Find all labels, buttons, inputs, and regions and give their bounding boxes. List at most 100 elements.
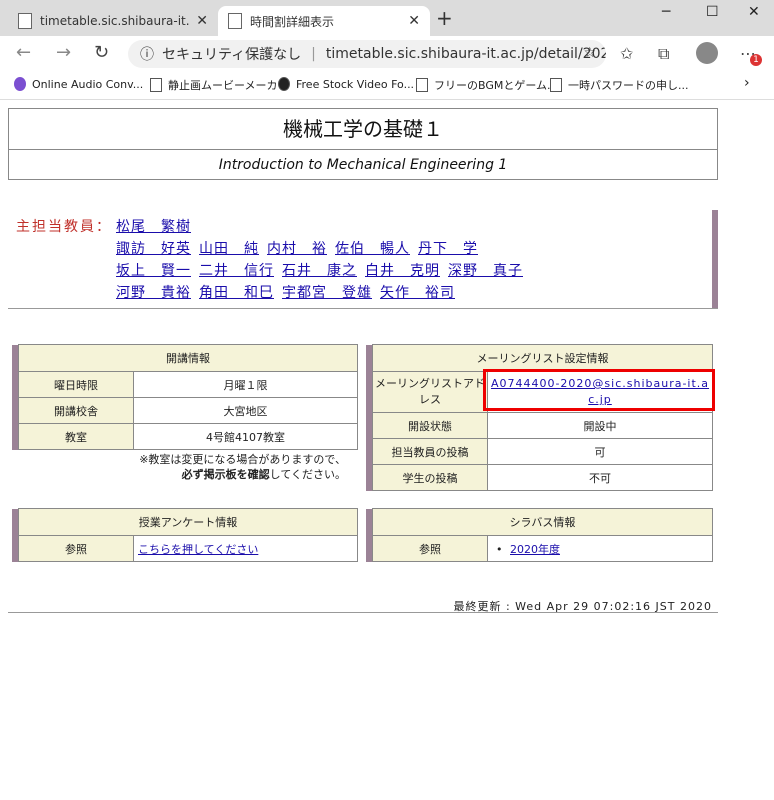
favorites-icon[interactable]: ✩ bbox=[620, 44, 633, 63]
syllabus-link[interactable]: 2020年度 bbox=[510, 543, 560, 556]
forward-icon[interactable]: → bbox=[56, 42, 71, 63]
instructors-section: 主担当教員： 松尾 繁樹 諏訪 好英 山田 純内村 裕佐伯 暢人 丹下 学 坂上 賢… bbox=[8, 210, 718, 309]
instructor-line: 坂上 賢一 二井 信行 石井 康之 白井 克明 深野 真子 bbox=[116, 260, 531, 280]
classroom-note: ※教室は変更になる場合がありますので、 必ず掲示板を確認してください。 bbox=[130, 452, 346, 482]
page-icon bbox=[228, 13, 242, 29]
survey-table: 授業アンケート情報 参照 こちらを押してください bbox=[12, 508, 358, 562]
note-line: 必ず掲示板を確認してください。 bbox=[130, 467, 346, 482]
row-value: 月曜１限 bbox=[133, 371, 358, 398]
instructors-label: 主担当教員： bbox=[16, 219, 112, 235]
course-title-en: Introduction to Mechanical Engineering 1 bbox=[218, 157, 508, 173]
window-close-icon[interactable]: ✕ bbox=[748, 4, 760, 20]
row-value: 大宮地区 bbox=[133, 397, 358, 424]
instructor-link[interactable]: 丹下 学 bbox=[418, 241, 478, 257]
mailing-list-table: メーリングリスト設定情報 メーリングリストアドレス A0744400-2020@… bbox=[366, 344, 713, 491]
instructor-link[interactable]: 石井 康之 bbox=[282, 263, 357, 279]
page-icon bbox=[416, 78, 428, 92]
collections-icon[interactable]: ⧉ bbox=[658, 44, 669, 64]
star-icon[interactable]: ☆ bbox=[583, 45, 596, 61]
row-label: 教室 bbox=[18, 423, 134, 450]
syllabus-link-cell: • 2020年度 bbox=[487, 535, 713, 562]
row-value: 開設中 bbox=[487, 412, 713, 439]
instructor-line: 諏訪 好英 山田 純内村 裕佐伯 暢人 丹下 学 bbox=[116, 238, 486, 258]
page-icon bbox=[18, 13, 32, 29]
instructor-link[interactable]: 宇都宮 登雄 bbox=[282, 285, 372, 301]
new-tab-icon[interactable]: + bbox=[436, 6, 453, 30]
bullet-icon: • bbox=[496, 542, 503, 556]
section-bar bbox=[712, 210, 718, 308]
row-value: 不可 bbox=[487, 464, 713, 491]
row-label: 学生の投稿 bbox=[372, 464, 488, 491]
video-icon bbox=[278, 77, 290, 91]
page-content: 機械工学の基礎１ Introduction to Mechanical Engi… bbox=[0, 100, 774, 800]
instructor-link[interactable]: 佐伯 暢人 bbox=[335, 241, 410, 257]
instructor-link[interactable]: 山田 純 bbox=[199, 241, 259, 257]
bookmark-item[interactable]: Free Stock Video Fo... bbox=[278, 77, 414, 91]
instructor-line: 松尾 繁樹 bbox=[116, 216, 199, 236]
audio-icon bbox=[14, 77, 26, 91]
row-value: 可 bbox=[487, 438, 713, 465]
tab-timetable[interactable]: timetable.sic.shibaura-it.ac.jp/tab ✕ bbox=[8, 6, 218, 36]
bookmark-label: Online Audio Conv... bbox=[32, 77, 144, 91]
bookmarks-bar: Online Audio Conv... 静止画ムービーメーカー Free St… bbox=[0, 72, 774, 100]
info-icon[interactable]: ⓘ bbox=[140, 44, 154, 64]
instructor-link[interactable]: 二井 信行 bbox=[199, 263, 274, 279]
tab-title: timetable.sic.shibaura-it.ac.jp/tab bbox=[40, 14, 190, 28]
survey-link[interactable]: こちらを押してください bbox=[138, 543, 258, 556]
profile-avatar[interactable] bbox=[696, 42, 718, 64]
instructor-link[interactable]: 坂上 賢一 bbox=[116, 263, 191, 279]
bookmark-item[interactable]: Online Audio Conv... bbox=[14, 77, 143, 91]
url-text: timetable.sic.shibaura-it.ac.jp/detail/2… bbox=[325, 46, 606, 62]
highlight-box bbox=[483, 369, 715, 411]
mailing-list-header: メーリングリスト設定情報 bbox=[372, 344, 713, 372]
instructor-link[interactable]: 河野 貴裕 bbox=[116, 285, 191, 301]
instructor-link[interactable]: 深野 真子 bbox=[448, 263, 523, 279]
divider bbox=[8, 612, 718, 613]
syllabus-header: シラバス情報 bbox=[372, 508, 713, 536]
instructor-link[interactable]: 諏訪 好英 bbox=[116, 241, 191, 257]
bookmark-label: フリーのBGMとゲーム... bbox=[434, 79, 558, 92]
note-line: ※教室は変更になる場合がありますので、 bbox=[139, 453, 346, 466]
lecture-info-header: 開講情報 bbox=[18, 344, 358, 372]
row-label: メーリングリストアドレス bbox=[372, 371, 488, 413]
close-icon[interactable]: ✕ bbox=[408, 13, 420, 29]
address-bar[interactable]: ⓘ セキュリティ保護なし | timetable.sic.shibaura-it… bbox=[128, 40, 606, 68]
security-label: セキュリティ保護なし bbox=[162, 47, 302, 63]
minimize-icon[interactable]: ─ bbox=[662, 4, 670, 20]
note-emphasis: 必ず掲示板を確認 bbox=[181, 468, 270, 481]
back-icon[interactable]: ← bbox=[16, 42, 31, 63]
tab-bar: timetable.sic.shibaura-it.ac.jp/tab ✕ 時間… bbox=[0, 0, 774, 36]
survey-header: 授業アンケート情報 bbox=[18, 508, 358, 536]
browser-chrome: timetable.sic.shibaura-it.ac.jp/tab ✕ 時間… bbox=[0, 0, 774, 100]
close-icon[interactable]: ✕ bbox=[196, 13, 208, 29]
lecture-info-table: 開講情報 曜日時限 月曜１限 開講校舎 大宮地区 教室 4号館4107教室 bbox=[12, 344, 358, 450]
instructor-link[interactable]: 角田 和巳 bbox=[199, 285, 274, 301]
page-icon bbox=[550, 78, 562, 92]
bookmark-label: Free Stock Video Fo... bbox=[296, 77, 415, 91]
instructor-link[interactable]: 松尾 繁樹 bbox=[116, 219, 191, 235]
tab-detail[interactable]: 時間割詳細表示 ✕ bbox=[218, 6, 430, 36]
page-icon bbox=[150, 78, 162, 92]
reload-icon[interactable]: ↻ bbox=[94, 42, 109, 63]
bookmark-item[interactable]: 一時パスワードの申し... bbox=[550, 77, 689, 93]
bookmark-item[interactable]: 静止画ムービーメーカー bbox=[150, 77, 289, 93]
instructor-link[interactable]: 白井 克明 bbox=[365, 263, 440, 279]
row-label: 曜日時限 bbox=[18, 371, 134, 398]
maximize-icon[interactable]: ☐ bbox=[706, 4, 719, 20]
row-label: 開講校舎 bbox=[18, 397, 134, 424]
row-label: 参照 bbox=[372, 535, 488, 562]
row-label: 担当教員の投稿 bbox=[372, 438, 488, 465]
course-title-box: 機械工学の基礎１ Introduction to Mechanical Engi… bbox=[8, 108, 718, 180]
bookmark-item[interactable]: フリーのBGMとゲーム... bbox=[416, 77, 558, 93]
instructor-link[interactable]: 矢作 裕司 bbox=[380, 285, 455, 301]
divider: | bbox=[311, 46, 316, 62]
address-row: ← → ↻ ⓘ セキュリティ保護なし | timetable.sic.shiba… bbox=[0, 36, 774, 72]
chevron-right-icon[interactable]: › bbox=[744, 75, 750, 91]
survey-link-cell: こちらを押してください bbox=[133, 535, 358, 562]
row-value: 4号館4107教室 bbox=[133, 423, 358, 450]
row-label: 参照 bbox=[18, 535, 134, 562]
notification-badge: 1 bbox=[750, 54, 762, 66]
syllabus-table: シラバス情報 参照 • 2020年度 bbox=[366, 508, 713, 562]
course-title-ja: 機械工学の基礎１ bbox=[9, 109, 717, 150]
instructor-link[interactable]: 内村 裕 bbox=[267, 241, 327, 257]
